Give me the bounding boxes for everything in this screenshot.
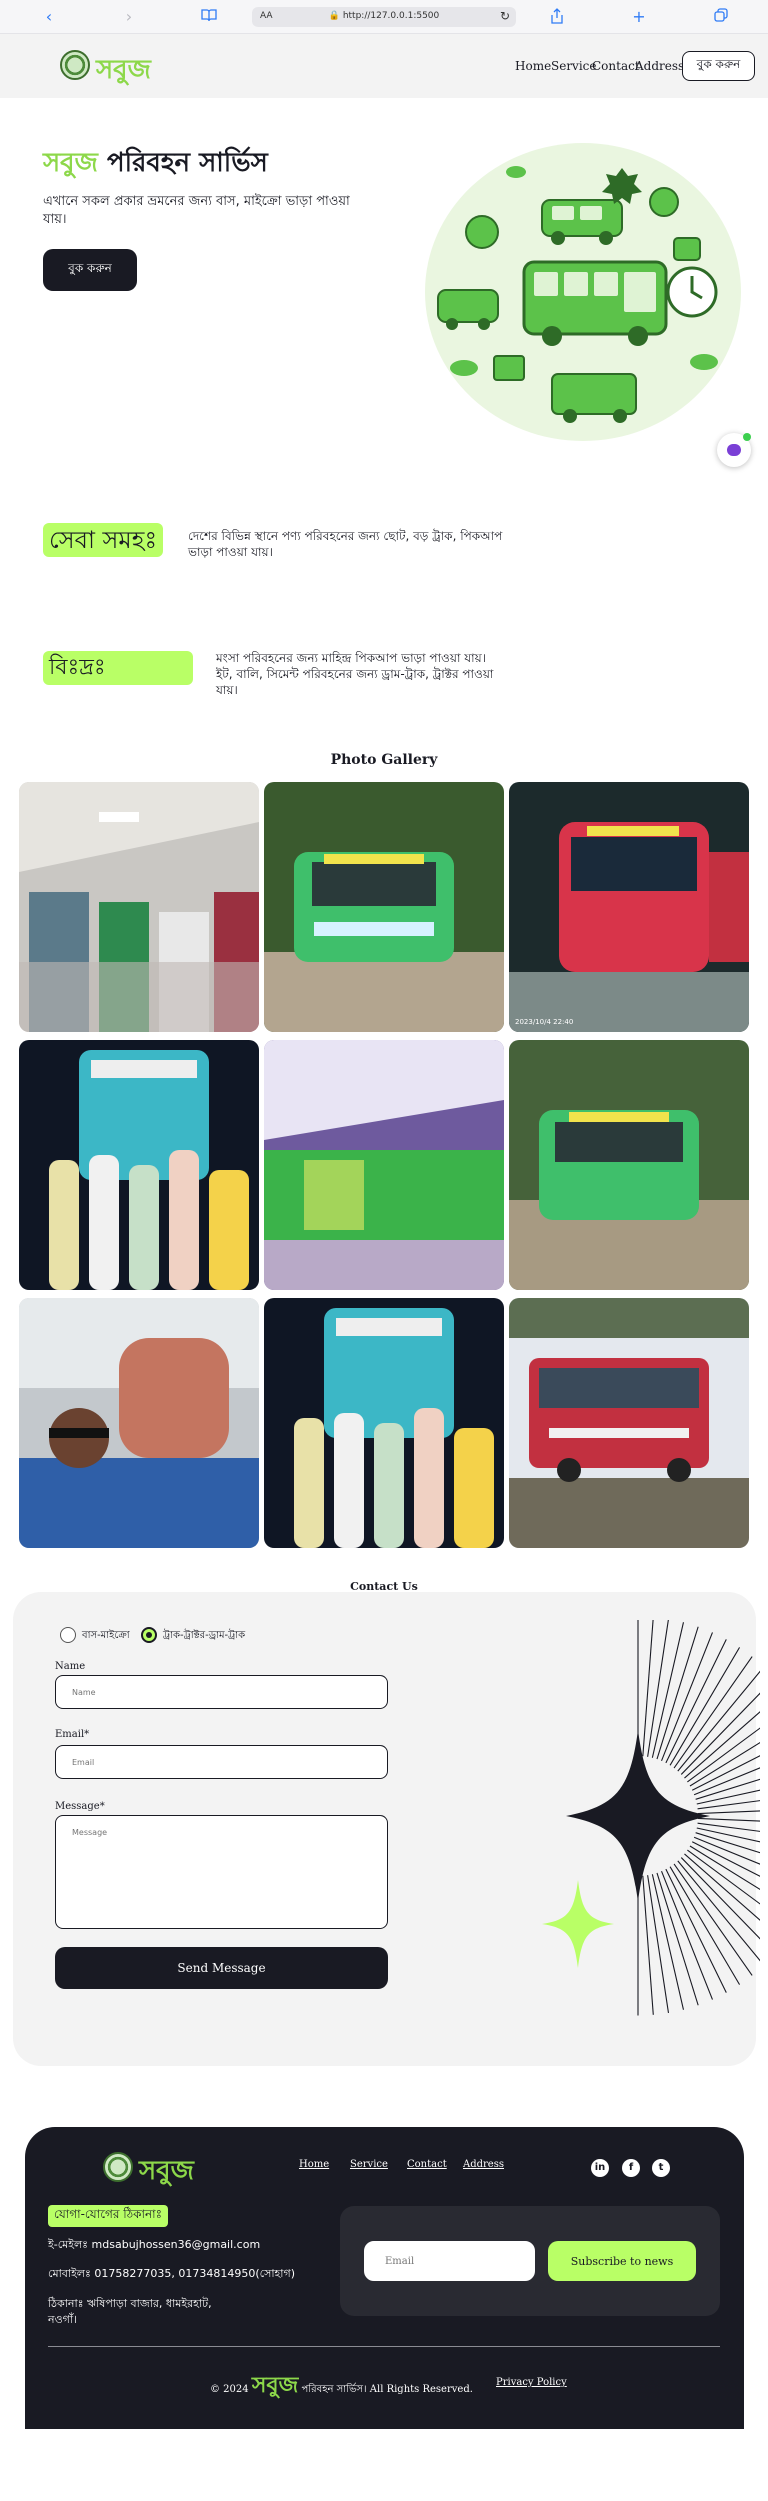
reload-icon[interactable]: ↻ bbox=[500, 9, 510, 23]
logo-icon[interactable] bbox=[60, 50, 90, 80]
hero-book-button[interactable]: বুক করুন bbox=[43, 249, 137, 291]
hero-title: সবুজ পরিবহন সার্ভিস bbox=[43, 148, 268, 178]
chat-bubble-icon bbox=[727, 444, 741, 456]
footer-phone[interactable]: মোবাইলঃ 01758277035, 01734814950(সোহাগ) bbox=[48, 2266, 295, 2282]
footer-nav-address[interactable]: Address bbox=[463, 2159, 504, 2170]
linkedin-icon[interactable]: in bbox=[591, 2159, 609, 2177]
message-input[interactable] bbox=[55, 1815, 388, 1929]
gallery-title: Photo Gallery bbox=[330, 752, 438, 768]
radio-truck-label: ট্রাক-ট্রাক্টর-ড্রাম-ট্রাক bbox=[163, 1630, 246, 1641]
radio-bus-micro-label: বাস-মাইক্রো bbox=[82, 1630, 130, 1641]
footer-divider bbox=[48, 2346, 720, 2347]
footer-logo-icon[interactable] bbox=[103, 2152, 133, 2182]
gallery-photo[interactable] bbox=[264, 782, 504, 1032]
header-book-button[interactable]: বুক করুন bbox=[682, 51, 755, 81]
footer-email[interactable]: ই-মেইলঃ mdsabujhossen36@gmail.com bbox=[48, 2237, 260, 2253]
gallery-photo[interactable] bbox=[19, 782, 259, 1032]
facebook-icon[interactable]: f bbox=[622, 2159, 640, 2177]
gallery-photo[interactable] bbox=[19, 1298, 259, 1548]
services-description: দেশের বিভিন্ন স্থানে পণ্য পরিবহনের জন্য … bbox=[188, 529, 503, 559]
decorative-starburst bbox=[542, 1620, 760, 2016]
footer-contact-tag: যোগা-যোগের ঠিকানাঃ bbox=[48, 2205, 169, 2227]
email-input[interactable] bbox=[55, 1745, 388, 1779]
footer-nav-home[interactable]: Home bbox=[299, 2159, 329, 2170]
transport-illustration bbox=[425, 143, 741, 441]
gallery-photo[interactable] bbox=[509, 1040, 749, 1290]
back-icon[interactable]: ‹ bbox=[40, 8, 58, 26]
privacy-policy-link[interactable]: Privacy Policy bbox=[496, 2377, 567, 2388]
share-icon[interactable] bbox=[548, 8, 566, 26]
gallery-photo[interactable]: 2023/10/4 22:40 bbox=[509, 782, 749, 1032]
notice-description: মংসা পরিবহনের জন্য মাহিন্দ্র পিকআপ ভাড়া… bbox=[216, 651, 494, 697]
nav-home[interactable]: Home bbox=[515, 59, 551, 73]
name-label: Name bbox=[55, 1661, 86, 1672]
message-label: Message* bbox=[55, 1801, 105, 1812]
svg-text:2023/10/4 22:40: 2023/10/4 22:40 bbox=[515, 1018, 573, 1026]
online-indicator bbox=[743, 433, 751, 441]
gallery-photo[interactable] bbox=[19, 1040, 259, 1290]
twitter-icon[interactable]: t bbox=[652, 2159, 670, 2177]
address-bar[interactable]: AA 🔒 http://127.0.0.1:5500 ↻ bbox=[252, 7, 516, 27]
email-label: Email* bbox=[55, 1729, 90, 1740]
services-tag: সেবা সমহঃ bbox=[43, 523, 164, 557]
chat-widget-button[interactable] bbox=[717, 433, 751, 467]
nav-service[interactable]: Service bbox=[551, 59, 597, 73]
radio-truck[interactable] bbox=[141, 1627, 157, 1643]
logo-text[interactable]: সবুজ bbox=[96, 49, 151, 93]
nav-address[interactable]: Address bbox=[635, 59, 684, 73]
name-input[interactable] bbox=[55, 1675, 388, 1709]
newsletter-email-input[interactable] bbox=[364, 2241, 535, 2281]
new-tab-icon[interactable]: + bbox=[630, 8, 648, 26]
radio-bus-micro[interactable] bbox=[60, 1627, 76, 1643]
send-message-button[interactable]: Send Message bbox=[55, 1947, 388, 1989]
footer-nav-service[interactable]: Service bbox=[350, 2159, 388, 2170]
nav-contact[interactable]: Contact bbox=[592, 59, 640, 73]
tabs-icon[interactable] bbox=[712, 8, 730, 26]
hero-description: এখানে সকল প্রকার ভ্রমনের জন্য বাস, মাইক্… bbox=[43, 194, 350, 227]
footer-logo-text[interactable]: সবুজ bbox=[139, 2150, 194, 2194]
gallery-photo[interactable] bbox=[264, 1298, 504, 1548]
footer-address: ঠিকানাঃ ঋষিপাড়া বাজার, ধামইরহাট, নওগাঁ। bbox=[48, 2297, 212, 2326]
footer-nav-contact[interactable]: Contact bbox=[407, 2159, 447, 2170]
forward-icon[interactable]: › bbox=[120, 8, 138, 26]
url-text: 🔒 http://127.0.0.1:5500 bbox=[328, 11, 440, 21]
subscribe-button[interactable]: Subscribe to news bbox=[548, 2241, 696, 2281]
bookmarks-icon[interactable] bbox=[200, 8, 218, 26]
gallery-photo[interactable] bbox=[509, 1298, 749, 1548]
copyright: © 2024 সবুজ পরিবহন সার্ভিস। All Rights R… bbox=[210, 2373, 473, 2398]
browser-toolbar: ‹ › AA 🔒 http://127.0.0.1:5500 ↻ + bbox=[0, 0, 768, 34]
gallery-photo[interactable] bbox=[264, 1040, 504, 1290]
notice-tag: বিঃদ্রঃ bbox=[43, 651, 193, 685]
